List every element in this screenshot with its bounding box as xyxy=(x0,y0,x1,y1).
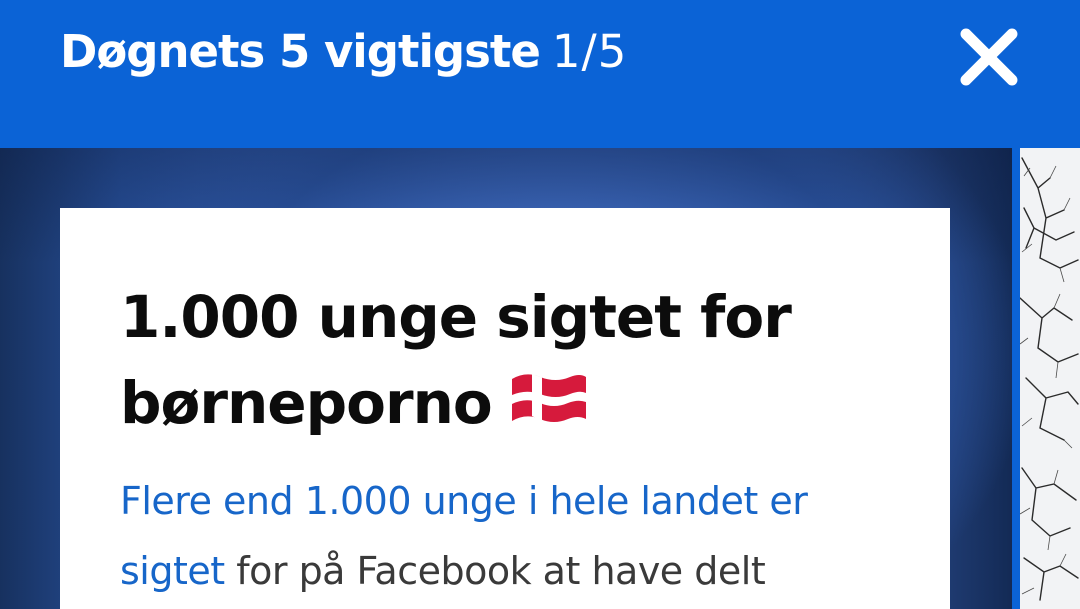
story-card[interactable]: 1.000 unge sigtet for børneporno Flere e… xyxy=(60,208,950,609)
story-counter: 1/5 xyxy=(551,25,628,78)
top-bar: Døgnets 5 vigtigste 1/5 xyxy=(0,0,1080,148)
teaser-text: for på Facebook at have delt xyxy=(224,549,766,593)
next-story-preview[interactable] xyxy=(1020,148,1080,609)
close-icon xyxy=(960,28,1018,86)
close-button[interactable] xyxy=(956,26,1022,92)
tree-branches-image xyxy=(1020,157,1079,601)
headline-text: 1.000 unge sigtet for børneporno xyxy=(120,283,792,437)
story-viewer: Døgnets 5 vigtigste 1/5 1.000 unge sigte… xyxy=(0,0,1080,609)
danish-flag-icon xyxy=(506,368,590,454)
teaser-link-line-1: Flere end 1.000 unge i hele landet er xyxy=(120,479,808,523)
teaser-link-line-2: sigtet xyxy=(120,549,225,593)
story-header: Døgnets 5 vigtigste 1/5 xyxy=(60,22,627,82)
story-section-title: Døgnets 5 vigtigste xyxy=(60,25,541,78)
story-teaser: Flere end 1.000 unge i hele landet er sig… xyxy=(120,466,910,606)
story-headline: 1.000 unge sigtet for børneporno xyxy=(120,274,900,454)
